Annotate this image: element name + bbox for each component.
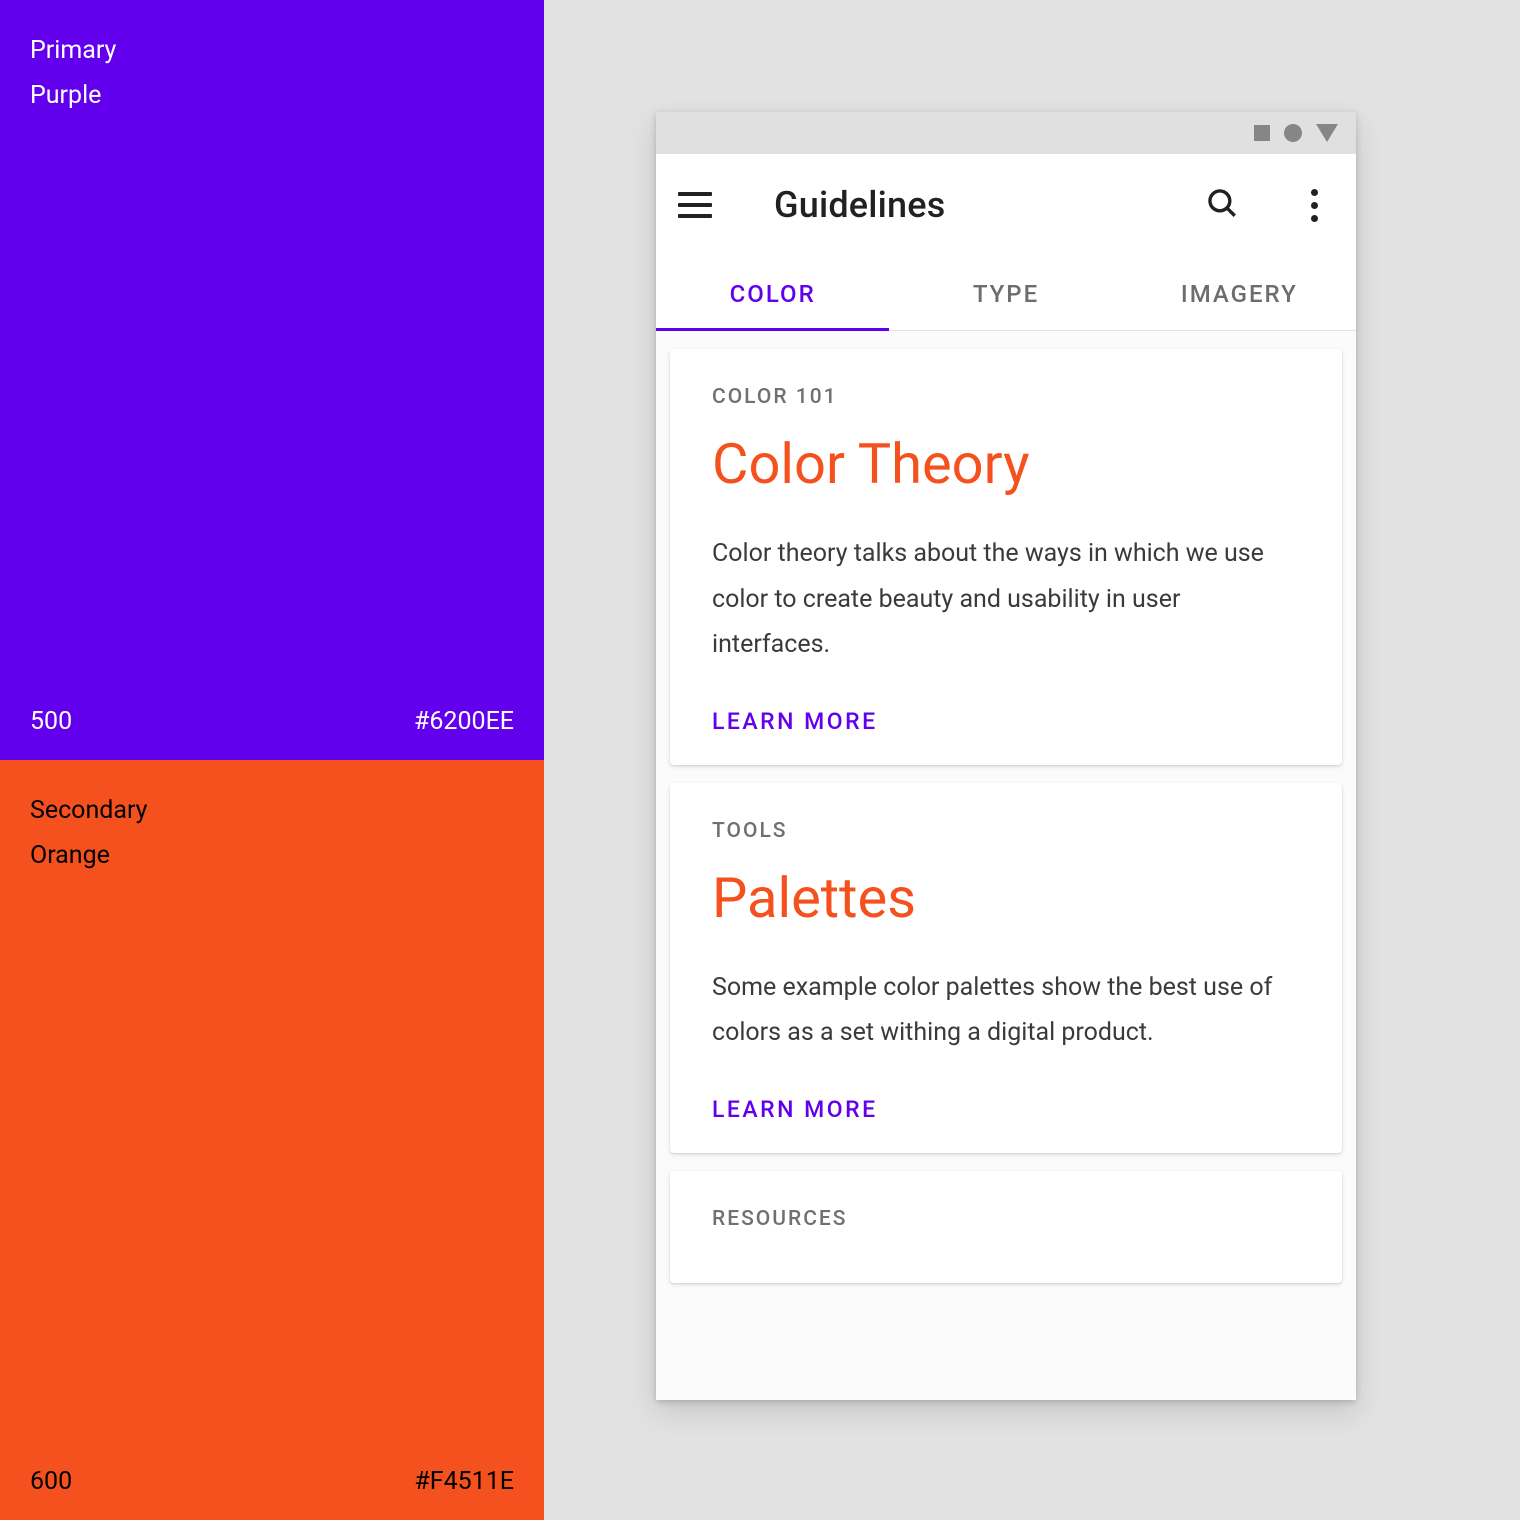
overflow-menu-icon[interactable] [1301,185,1328,226]
card-resources: RESOURCES [670,1171,1342,1283]
secondary-shade: 600 [30,1467,72,1496]
card-color-theory: COLOR 101 Color Theory Color theory talk… [670,349,1342,765]
learn-more-button[interactable]: LEARN MORE [712,1096,1300,1123]
card-body: Color theory talks about the ways in whi… [712,531,1300,668]
page-title: Guidelines [774,184,946,226]
card-title: Color Theory [712,431,1300,497]
tab-color[interactable]: COLOR [656,256,889,330]
card-body: Some example color palettes show the bes… [712,965,1300,1056]
statusbar-square-icon [1254,125,1270,141]
content-area[interactable]: COLOR 101 Color Theory Color theory talk… [656,331,1356,1400]
secondary-hex: #F4511E [414,1467,514,1496]
card-overline: COLOR 101 [712,385,1300,409]
secondary-color-name: Orange [30,833,514,878]
primary-hex: #6200EE [414,707,514,736]
app-bar: Guidelines [656,154,1356,256]
statusbar-triangle-icon [1316,124,1338,142]
color-swatch-column: Primary Purple 500 #6200EE Secondary Ora… [0,0,544,1520]
primary-role-label: Primary [30,28,514,73]
learn-more-button[interactable]: LEARN MORE [712,708,1300,735]
tab-type[interactable]: TYPE [889,256,1122,330]
card-overline: RESOURCES [712,1207,1300,1231]
tab-imagery[interactable]: IMAGERY [1123,256,1356,330]
card-palettes: TOOLS Palettes Some example color palett… [670,783,1342,1153]
search-icon[interactable] [1205,186,1239,224]
card-overline: TOOLS [712,819,1300,843]
primary-color-name: Purple [30,73,514,118]
status-bar [656,112,1356,154]
secondary-role-label: Secondary [30,788,514,833]
primary-swatch: Primary Purple 500 #6200EE [0,0,544,760]
secondary-swatch: Secondary Orange 600 #F4511E [0,760,544,1520]
menu-icon[interactable] [678,192,712,218]
tab-bar: COLOR TYPE IMAGERY [656,256,1356,331]
primary-shade: 500 [30,707,72,736]
device-frame: Guidelines COLOR TYPE IMAGERY COLOR 101 … [656,112,1356,1400]
statusbar-circle-icon [1284,124,1302,142]
card-title: Palettes [712,865,1300,931]
